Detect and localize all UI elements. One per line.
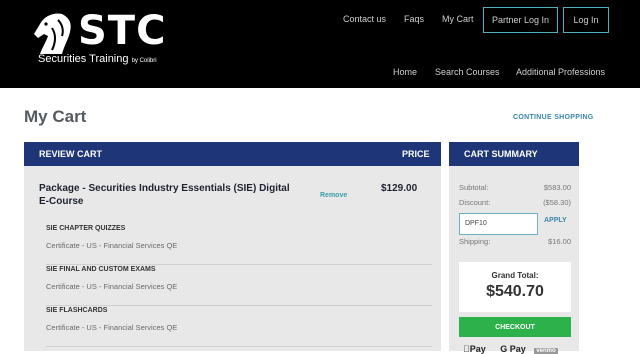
google-pay-icon[interactable]: G Pay: [500, 344, 526, 354]
brand-name: STC: [78, 8, 167, 54]
item-description: Certificate - US - Financial Services QE: [46, 323, 178, 332]
review-cart-panel: REVIEW CART PRICE Package - Securities I…: [24, 142, 441, 351]
item-title: SIE FLASHCARDS: [46, 307, 108, 314]
list-item: SIE FLASHCARDS Certificate - US - Financ…: [46, 307, 432, 347]
subnav-additional-professions-link[interactable]: Additional Professions: [516, 67, 605, 77]
item-title: SIE CHAPTER QUIZZES: [46, 225, 126, 232]
review-cart-title: REVIEW CART: [39, 149, 102, 159]
subtotal-value: $583.00: [543, 183, 571, 192]
login-button[interactable]: Log In: [563, 7, 609, 33]
cart-summary-header: CART SUMMARY: [449, 142, 579, 166]
horse-logo-icon: [34, 13, 71, 54]
shipping-row: Shipping: $16.00: [459, 237, 571, 246]
package-title: Package - Securities Industry Essentials…: [39, 183, 290, 207]
apply-button[interactable]: APPLY: [544, 217, 567, 224]
list-item: SIE CHAPTER QUIZZES Certificate - US - F…: [46, 225, 432, 265]
shipping-value: $16.00: [548, 237, 571, 246]
remove-link[interactable]: Remove: [320, 192, 347, 199]
cart-summary-panel: CART SUMMARY Subtotal: $583.00 Discount:…: [449, 142, 579, 354]
stc-logo[interactable]: STC Securities Training by Colibri: [32, 8, 167, 70]
package-price: $129.00: [381, 183, 418, 194]
discount-label: Discount:: [459, 198, 491, 207]
subnav-search-courses-link[interactable]: Search Courses: [435, 67, 500, 77]
nav-faqs-link[interactable]: Faqs: [404, 14, 424, 24]
item-title: SIE FINAL AND CUSTOM EXAMS: [46, 266, 156, 273]
list-item: SIE FINAL AND CUSTOM EXAMS Certificate -…: [46, 266, 432, 306]
checkout-button[interactable]: CHECKOUT: [459, 317, 571, 337]
price-column-header: PRICE: [402, 149, 430, 159]
subtotal-label: Subtotal:: [459, 183, 489, 192]
discount-row: Discount: ($58.30): [459, 198, 571, 207]
item-description: Certificate - US - Financial Services QE: [46, 282, 178, 291]
grand-total-value: $540.70: [486, 283, 544, 300]
apple-pay-icon[interactable]: Pay: [463, 344, 492, 354]
venmo-icon[interactable]: venmo: [534, 348, 558, 354]
cart-summary-title: CART SUMMARY: [464, 149, 538, 159]
item-description: Certificate - US - Financial Services QE: [46, 241, 178, 250]
review-cart-header: REVIEW CART PRICE: [24, 142, 441, 166]
promo-code-input[interactable]: DPF10: [459, 213, 538, 235]
grand-total-label: Grand Total:: [491, 271, 539, 280]
payment-methods: Pay G Pay venmo: [463, 344, 564, 354]
continue-shopping-link[interactable]: CONTINUE SHOPPING: [513, 114, 594, 121]
nav-cart-link[interactable]: My Cart: [442, 14, 474, 24]
brand-tagline: Securities Training by Colibri: [38, 53, 157, 65]
subnav-home-link[interactable]: Home: [393, 67, 417, 77]
shipping-label: Shipping:: [459, 237, 491, 246]
grand-total-box: Grand Total: $540.70: [459, 262, 571, 312]
site-header: STC Securities Training by Colibri Conta…: [0, 0, 640, 88]
partner-login-button[interactable]: Partner Log In: [483, 7, 558, 33]
subtotal-row: Subtotal: $583.00: [459, 183, 571, 192]
nav-contact-link[interactable]: Contact us: [343, 14, 386, 24]
discount-value: ($58.30): [543, 198, 571, 207]
page-title: My Cart: [24, 107, 87, 126]
